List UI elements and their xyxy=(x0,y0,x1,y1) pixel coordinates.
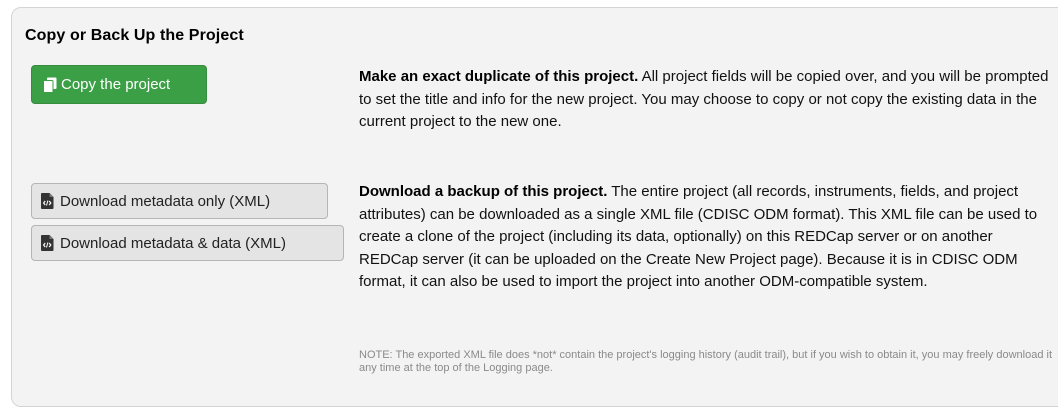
backup-note: NOTE: The exported XML file does *not* c… xyxy=(359,349,1053,374)
backup-description: Download a backup of this project. The e… xyxy=(359,181,1049,294)
backup-description-heading: Download a backup of this project. xyxy=(359,183,608,200)
file-code-icon xyxy=(41,193,54,209)
section-title: Copy or Back Up the Project xyxy=(25,27,244,44)
copy-icon xyxy=(43,77,57,93)
copy-description-heading: Make an exact duplicate of this project. xyxy=(359,68,639,85)
download-metadata-data-button[interactable]: Download metadata & data (XML) xyxy=(31,225,344,261)
download-metadata-only-button[interactable]: Download metadata only (XML) xyxy=(31,183,328,219)
download-metadata-only-label: Download metadata only (XML) xyxy=(60,192,271,210)
copy-description: Make an exact duplicate of this project.… xyxy=(359,66,1049,134)
download-metadata-data-label: Download metadata & data (XML) xyxy=(60,234,286,252)
copy-project-button-label: Copy the project xyxy=(61,76,171,93)
copy-project-button[interactable]: Copy the project xyxy=(31,65,207,104)
file-code-icon xyxy=(41,235,54,251)
